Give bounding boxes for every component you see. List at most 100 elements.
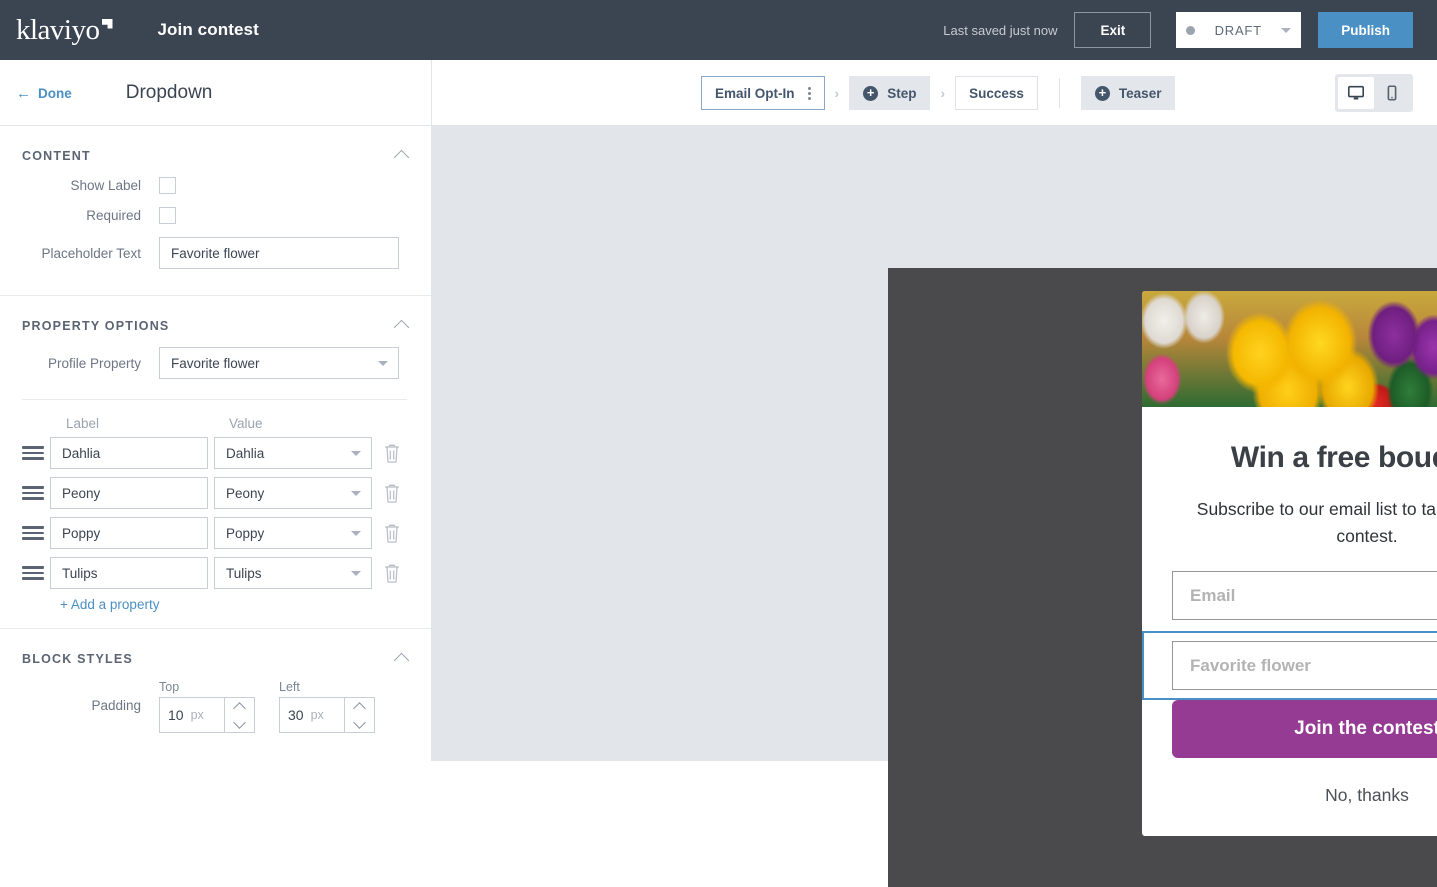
padding-left-value: 30 [288, 707, 304, 723]
favorite-flower-dropdown[interactable]: Favorite flower [1172, 641, 1437, 690]
padding-top-spin-buttons[interactable] [224, 698, 254, 732]
section-body-property-options: Profile Property Favorite flower Label V… [0, 347, 431, 628]
drag-handle-icon[interactable] [22, 443, 44, 463]
padding-top-unit: px [191, 708, 204, 722]
property-value-select[interactable]: Peony [214, 477, 372, 509]
field-label: Placeholder Text [22, 246, 159, 261]
plus-circle-icon: + [1095, 86, 1110, 101]
drag-handle-icon[interactable] [22, 483, 44, 503]
top-bar: klaviyo Join contest Last saved just now… [0, 0, 1437, 60]
hero-image[interactable]: ✕ [1142, 291, 1437, 407]
delete-icon[interactable] [382, 482, 402, 504]
chevron-up-icon[interactable] [394, 653, 410, 669]
step-tab-label: Success [969, 86, 1024, 101]
done-button[interactable]: ← Done [16, 86, 72, 101]
step-tab-teaser[interactable]: + Teaser [1081, 76, 1176, 110]
form-title: Join contest [158, 20, 259, 40]
canvas-area: ✕ Win a free bouquet! Subscribe to our e… [432, 126, 1437, 761]
delete-icon[interactable] [382, 522, 402, 544]
property-table-header: Label Value [22, 400, 407, 437]
padding-top-group: Top 10 px [159, 680, 255, 733]
field-label: Show Label [22, 178, 159, 193]
chevron-down-icon [351, 531, 361, 536]
delete-icon[interactable] [382, 562, 402, 584]
add-property-button[interactable]: + Add a property [60, 597, 407, 612]
property-value-select[interactable]: Dahlia [214, 437, 372, 469]
popup-content: Win a free bouquet! Subscribe to our ema… [1142, 407, 1437, 550]
property-value: Tulips [226, 566, 351, 581]
desktop-preview-button[interactable] [1338, 77, 1374, 109]
padding-top-stepper[interactable]: 10 px [159, 697, 255, 733]
status-dropdown[interactable]: DRAFT [1176, 12, 1301, 48]
step-navigation: Email Opt-In › + Step › Success + Teaser [432, 60, 1437, 126]
property-label-input[interactable] [50, 437, 208, 469]
section-header-content[interactable]: CONTENT [0, 126, 431, 177]
chevron-down-icon [351, 491, 361, 496]
kebab-menu-icon[interactable] [804, 87, 811, 100]
padding-top-value-wrap[interactable]: 10 px [160, 698, 224, 732]
property-label-input[interactable] [50, 517, 208, 549]
field-show-label: Show Label [22, 177, 407, 194]
padding-top-value: 10 [168, 707, 184, 723]
placeholder-text-input[interactable] [159, 237, 399, 269]
popup-subheading[interactable]: Subscribe to our email list to take part… [1172, 496, 1437, 550]
table-row: Dahlia [22, 437, 407, 469]
padding-left-spin-buttons[interactable] [344, 698, 374, 732]
padding-left-value-wrap[interactable]: 30 px [280, 698, 344, 732]
exit-button[interactable]: Exit [1074, 12, 1151, 48]
property-value-select[interactable]: Tulips [214, 557, 372, 589]
device-preview-toggle [1335, 74, 1413, 112]
field-label: Required [22, 208, 159, 223]
profile-property-select[interactable]: Favorite flower [159, 347, 399, 379]
chevron-up-icon[interactable] [394, 320, 410, 336]
no-thanks-link[interactable]: No, thanks [1142, 758, 1437, 836]
property-value-select[interactable]: Poppy [214, 517, 372, 549]
chevron-right-icon: › [940, 85, 945, 101]
profile-property-value: Favorite flower [171, 356, 378, 371]
property-label-input[interactable] [50, 477, 208, 509]
section-title: BLOCK STYLES [22, 652, 133, 666]
email-field-block[interactable]: Email [1142, 571, 1437, 620]
property-label-input[interactable] [50, 557, 208, 589]
step-tab-email-opt-in[interactable]: Email Opt-In [701, 76, 825, 110]
show-label-checkbox[interactable] [159, 177, 176, 194]
email-input[interactable]: Email [1172, 571, 1437, 620]
mobile-preview-button[interactable] [1374, 77, 1410, 109]
section-content: CONTENT Show Label Required Placeholder … [0, 126, 431, 296]
section-property-options: PROPERTY OPTIONS Profile Property Favori… [0, 296, 431, 629]
publish-button[interactable]: Publish [1318, 12, 1413, 48]
table-row: Tulips [22, 557, 407, 589]
dropdown-block-selected[interactable]: Favorite flower [1142, 631, 1437, 700]
section-block-styles: BLOCK STYLES Padding Top 10 px L [0, 629, 431, 755]
form-preview-canvas: ✕ Win a free bouquet! Subscribe to our e… [888, 268, 1437, 887]
drag-handle-icon[interactable] [22, 523, 44, 543]
chevron-up-icon[interactable] [394, 150, 410, 166]
plus-circle-icon: + [863, 86, 878, 101]
settings-panel[interactable]: CONTENT Show Label Required Placeholder … [0, 126, 432, 761]
chevron-right-icon: › [835, 85, 840, 101]
done-label: Done [38, 86, 72, 101]
chevron-down-icon [1281, 28, 1291, 33]
section-title: PROPERTY OPTIONS [22, 319, 169, 333]
step-tab-add-step[interactable]: + Step [849, 76, 930, 110]
delete-icon[interactable] [382, 442, 402, 464]
field-required: Required [22, 207, 407, 224]
field-label: Profile Property [22, 356, 159, 371]
form-popup-preview: ✕ Win a free bouquet! Subscribe to our e… [1142, 291, 1437, 836]
join-contest-button[interactable]: Join the contest [1172, 700, 1437, 758]
required-checkbox[interactable] [159, 207, 176, 224]
step-tab-label: Email Opt-In [715, 86, 795, 101]
tulips-photo [1142, 291, 1437, 407]
section-header-block-styles[interactable]: BLOCK STYLES [0, 629, 431, 680]
section-title: CONTENT [22, 149, 91, 163]
padding-left-stepper[interactable]: 30 px [279, 697, 375, 733]
last-saved-status: Last saved just now [943, 23, 1057, 38]
step-tab-success[interactable]: Success [955, 76, 1038, 110]
drag-handle-icon[interactable] [22, 563, 44, 583]
section-header-property-options[interactable]: PROPERTY OPTIONS [0, 296, 431, 347]
padding-left-caption: Left [279, 680, 375, 694]
padding-top-caption: Top [159, 680, 255, 694]
klaviyo-logo[interactable]: klaviyo [16, 16, 113, 45]
popup-heading[interactable]: Win a free bouquet! [1172, 441, 1437, 475]
monitor-icon [1347, 84, 1365, 102]
